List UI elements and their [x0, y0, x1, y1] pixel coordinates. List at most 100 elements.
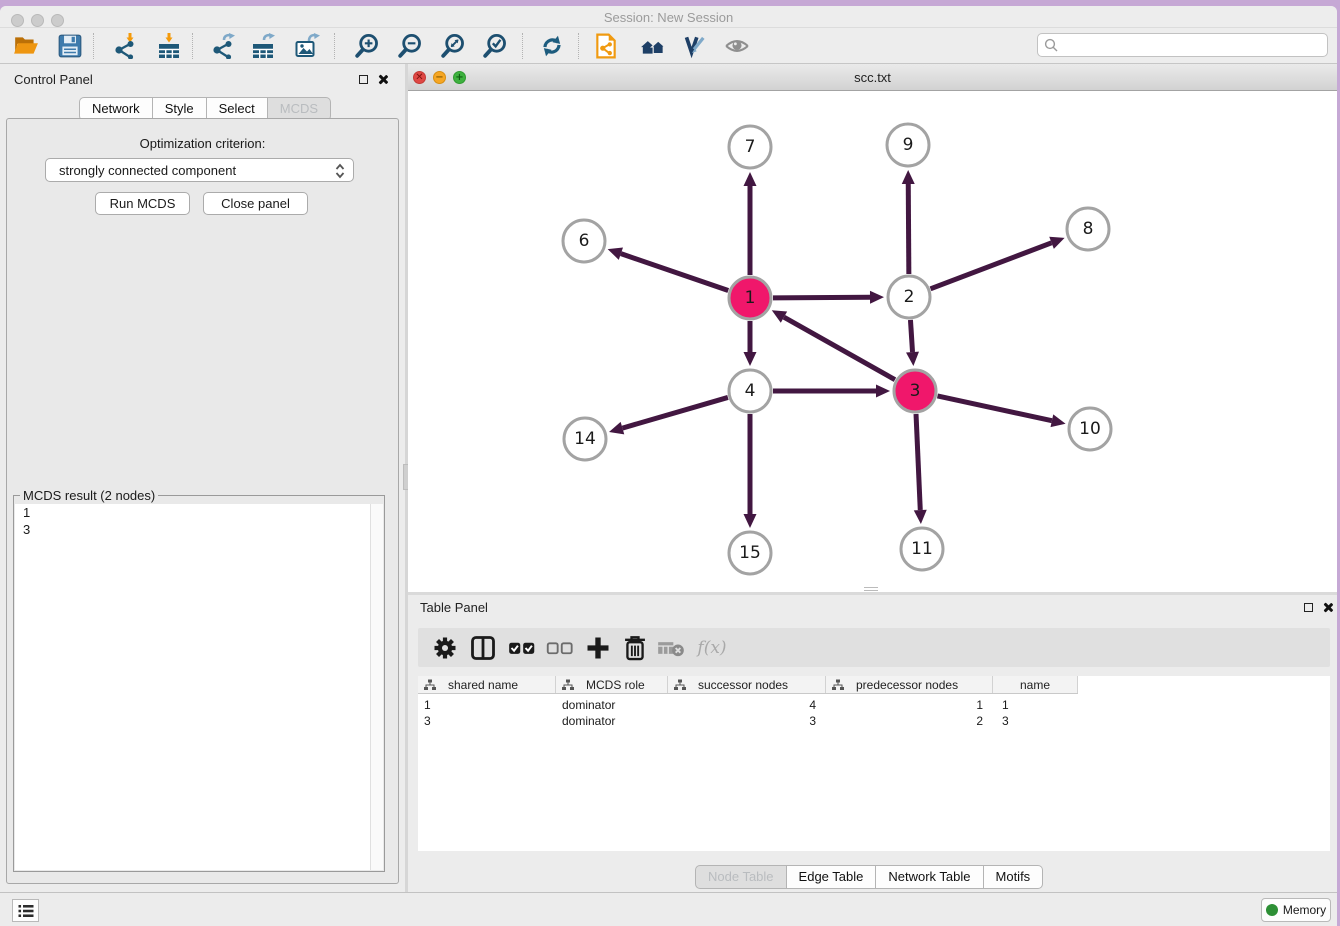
graph-node-10[interactable]: 10 — [1069, 408, 1111, 450]
col-label: predecessor nodes — [856, 678, 958, 692]
optimization-criterion-label: Optimization criterion: — [7, 136, 398, 151]
zoom-fit-button[interactable] — [439, 32, 467, 60]
deselect-all-button[interactable] — [546, 634, 574, 662]
open-session-button[interactable] — [12, 32, 40, 60]
content-area: Control Panel Network Style Select MCDS … — [0, 64, 1337, 892]
zoom-out-button[interactable] — [396, 32, 424, 60]
graph-edge-2-3[interactable] — [906, 320, 919, 366]
graph-edge-4-14[interactable] — [609, 397, 728, 434]
fx-icon: f(x) — [697, 638, 726, 658]
import-table-button[interactable] — [155, 32, 183, 60]
col-predecessor-nodes[interactable]: predecessor nodes — [826, 676, 993, 693]
function-builder-button[interactable]: f(x) — [694, 634, 730, 662]
cell-mcds-role[interactable]: dominator — [556, 697, 668, 713]
mcds-result-list[interactable]: 1 3 — [15, 504, 383, 870]
add-column-button[interactable] — [584, 634, 612, 662]
export-table-button[interactable] — [249, 32, 277, 60]
svg-text:7: 7 — [745, 137, 756, 157]
cell-name[interactable]: 1 — [993, 697, 1078, 713]
cell-shared-name[interactable]: 1 — [418, 697, 556, 713]
graph-node-6[interactable]: 6 — [563, 220, 605, 262]
new-network-from-selection-button[interactable] — [592, 32, 620, 60]
float-panel-icon[interactable] — [359, 75, 368, 84]
graph-node-15[interactable]: 15 — [729, 532, 771, 574]
graph-node-2[interactable]: 2 — [888, 276, 930, 318]
close-panel-button[interactable]: Close panel — [203, 192, 308, 215]
show-hide-button[interactable] — [723, 32, 751, 60]
cell-mcds-role[interactable]: dominator — [556, 713, 668, 729]
select-all-button[interactable] — [508, 634, 536, 662]
table-panel: Table Panel — [408, 595, 1337, 892]
graph-edge-4-3[interactable] — [773, 385, 890, 398]
run-mcds-button[interactable]: Run MCDS — [95, 192, 190, 215]
graph-node-8[interactable]: 8 — [1067, 208, 1109, 250]
apply-layout-button[interactable] — [639, 32, 667, 60]
table-settings-button[interactable] — [431, 634, 459, 662]
tab-motifs[interactable]: Motifs — [984, 865, 1044, 889]
import-network-button[interactable] — [111, 32, 139, 60]
tab-edge-table[interactable]: Edge Table — [787, 865, 877, 889]
delete-column-button[interactable] — [621, 634, 649, 662]
graph-node-4[interactable]: 4 — [729, 370, 771, 412]
graph-edge-1-2[interactable] — [773, 291, 884, 304]
cell-shared-name[interactable]: 3 — [418, 713, 556, 729]
graph-edge-1-7[interactable] — [744, 172, 757, 275]
criterion-dropdown[interactable]: strongly connected component — [45, 158, 354, 182]
image-export-icon — [294, 33, 320, 59]
table-close-icon[interactable] — [1322, 602, 1333, 613]
save-session-button[interactable] — [56, 32, 84, 60]
col-mcds-role[interactable]: MCDS role — [556, 676, 668, 693]
graph-edge-2-8[interactable] — [931, 237, 1065, 289]
save-floppy-icon — [57, 33, 83, 59]
result-scrollbar[interactable] — [370, 504, 383, 870]
cell-successor-nodes[interactable]: 3 — [668, 713, 826, 729]
tab-network-table[interactable]: Network Table — [876, 865, 983, 889]
cell-successor-nodes[interactable]: 4 — [668, 697, 826, 713]
zoom-selected-button[interactable] — [481, 32, 509, 60]
graph-edge-4-15[interactable] — [744, 414, 757, 528]
network-resize-grip[interactable] — [864, 587, 878, 591]
memory-button[interactable]: Memory — [1261, 898, 1331, 922]
delete-table-button[interactable] — [657, 634, 685, 662]
network-canvas[interactable]: 7 9 6 8 1 2 4 3 14 10 15 11 — [408, 91, 1337, 592]
search-input[interactable] — [1037, 33, 1328, 57]
graph-edge-1-6[interactable] — [608, 248, 729, 291]
hierarchy-icon — [674, 679, 686, 691]
split-view-button[interactable] — [469, 634, 497, 662]
graph-edge-2-9[interactable] — [902, 170, 915, 274]
close-panel-icon[interactable] — [377, 74, 388, 85]
table-float-icon[interactable] — [1304, 603, 1313, 612]
network-view-titlebar[interactable]: ✕ − + scc.txt — [408, 64, 1337, 91]
col-name[interactable]: name — [993, 676, 1078, 693]
refresh-button[interactable] — [538, 32, 566, 60]
table-row[interactable]: 1 dominator 4 1 1 — [418, 697, 1078, 713]
table-row[interactable]: 3 dominator 3 2 3 — [418, 713, 1078, 729]
graph-node-3[interactable]: 3 — [894, 370, 936, 412]
cell-name[interactable]: 3 — [993, 713, 1078, 729]
graph-node-1[interactable]: 1 — [729, 277, 771, 319]
graph-node-9[interactable]: 9 — [887, 124, 929, 166]
graph-edge-3-11[interactable] — [914, 414, 927, 524]
export-image-button[interactable] — [293, 32, 321, 60]
toolbar-separator — [578, 33, 579, 59]
graph-edge-1-4[interactable] — [744, 321, 757, 366]
svg-text:15: 15 — [739, 543, 761, 563]
graph-node-7[interactable]: 7 — [729, 126, 771, 168]
apply-style-button[interactable] — [679, 32, 707, 60]
graph-edge-3-10[interactable] — [937, 396, 1065, 427]
graph-edge-3-1[interactable] — [772, 310, 895, 379]
cell-predecessor-nodes[interactable]: 1 — [826, 697, 993, 713]
task-history-button[interactable] — [12, 899, 39, 922]
graph-node-11[interactable]: 11 — [901, 528, 943, 570]
col-successor-nodes[interactable]: successor nodes — [668, 676, 826, 693]
result-item[interactable]: 3 — [15, 521, 383, 538]
table-import-icon — [156, 33, 182, 59]
col-shared-name[interactable]: shared name — [418, 676, 556, 693]
result-item[interactable]: 1 — [15, 504, 383, 521]
graph-node-14[interactable]: 14 — [564, 418, 606, 460]
tab-node-table[interactable]: Node Table — [695, 865, 787, 889]
table-panel-title: Table Panel — [420, 600, 488, 615]
cell-predecessor-nodes[interactable]: 2 — [826, 713, 993, 729]
export-network-button[interactable] — [209, 32, 237, 60]
zoom-in-button[interactable] — [353, 32, 381, 60]
